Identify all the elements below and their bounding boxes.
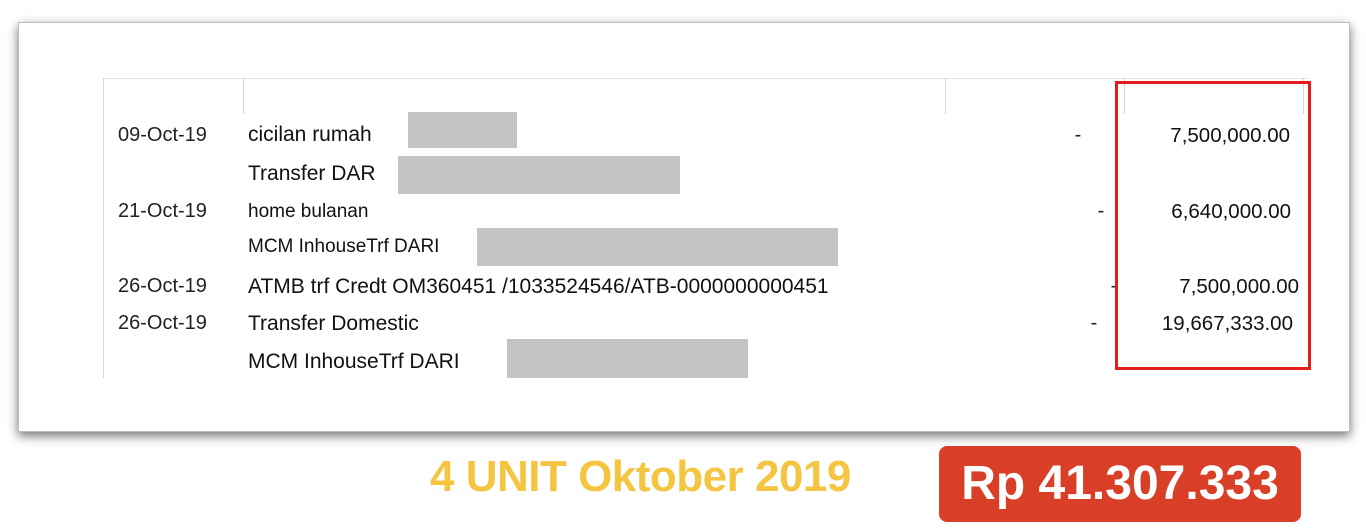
redacted-area <box>398 156 680 194</box>
transaction-description: cicilan rumah <box>248 123 372 146</box>
transaction-date: 26-Oct-19 <box>118 312 207 334</box>
transaction-description: ATMB trf Credt OM360451 /1033524546/ATB-… <box>248 275 829 298</box>
transaction-description: MCM InhouseTrf DARI <box>248 350 460 373</box>
debit-dash: - <box>1097 200 1105 222</box>
transaction-date: 21-Oct-19 <box>118 200 207 222</box>
total-badge: Rp 41.307.333 <box>939 446 1301 522</box>
transaction-description: MCM InhouseTrf DARI <box>248 236 440 257</box>
transaction-description: home bulanan <box>248 201 369 222</box>
debit-dash: - <box>1090 312 1098 334</box>
transaction-description: Transfer DAR <box>248 162 376 185</box>
column-divider <box>945 78 946 114</box>
transaction-date: 09-Oct-19 <box>118 124 207 146</box>
redacted-area <box>477 228 838 266</box>
table-header-line <box>103 78 1308 79</box>
caption-text: 4 UNIT Oktober 2019 <box>430 452 851 501</box>
redacted-area <box>507 339 748 378</box>
transaction-description: Transfer Domestic <box>248 312 419 335</box>
amount-highlight-box <box>1115 81 1311 370</box>
column-divider <box>243 78 244 114</box>
debit-dash: - <box>1074 124 1082 146</box>
transaction-date: 26-Oct-19 <box>118 275 207 297</box>
redacted-area <box>408 112 517 148</box>
